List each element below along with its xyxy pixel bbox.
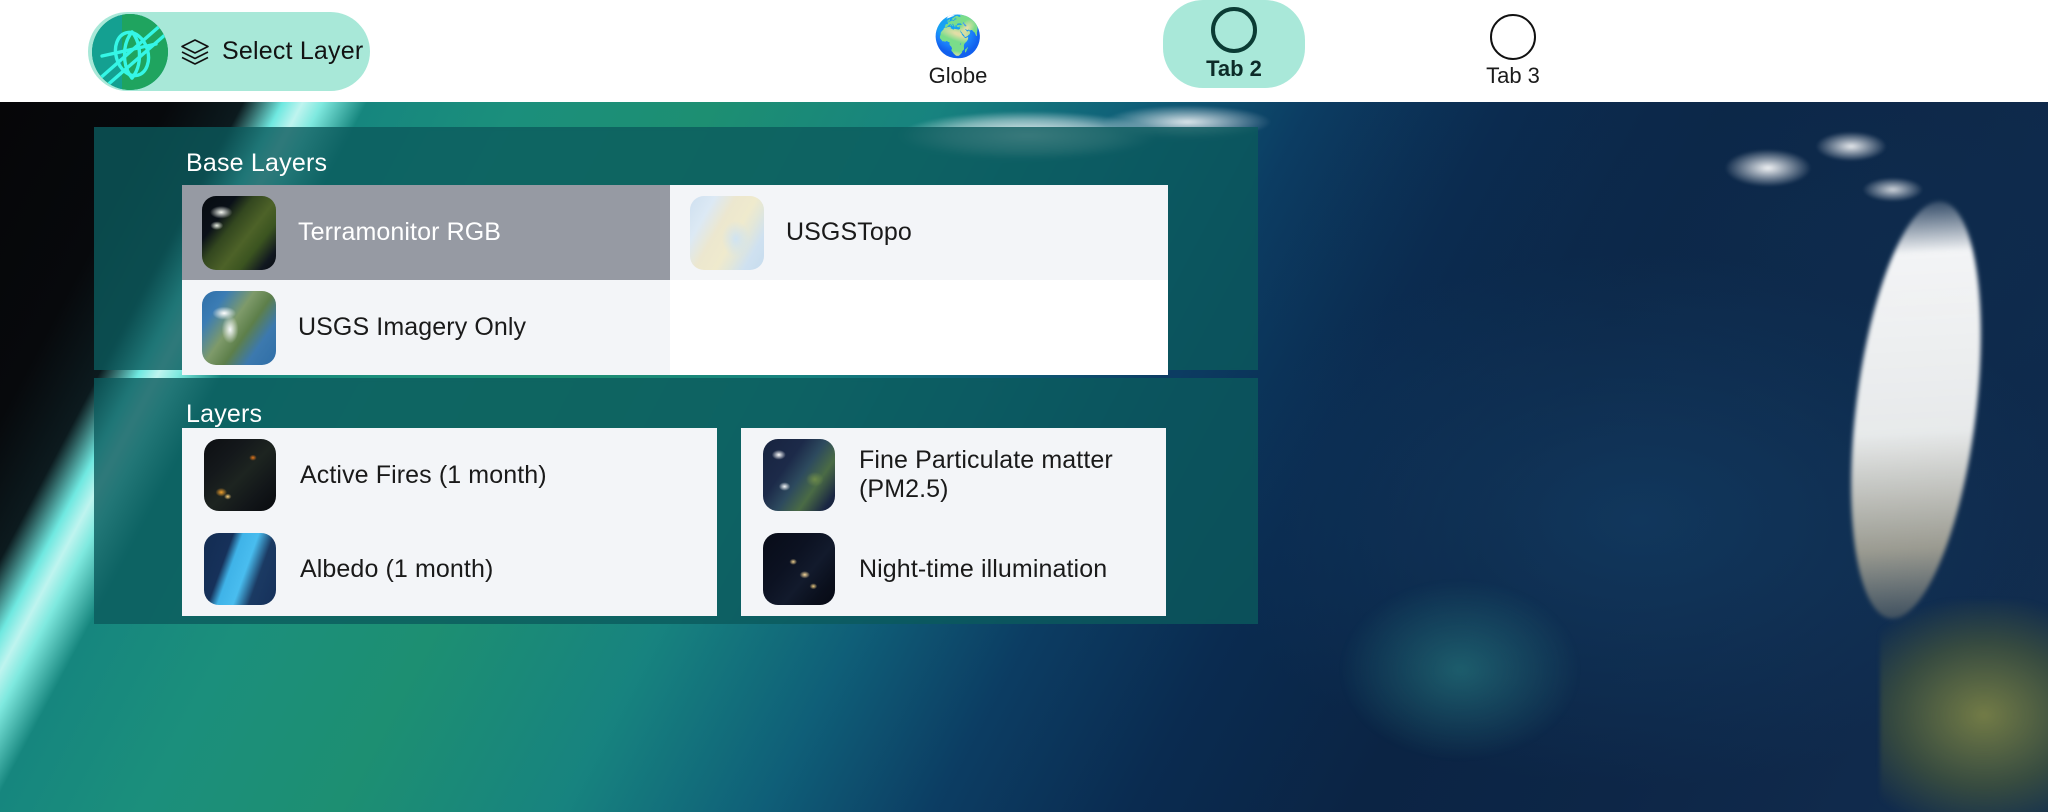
layers-panel: Layers Active Fires (1 month) Albedo (1 … bbox=[94, 378, 1258, 624]
tab-globe-label: Globe bbox=[928, 63, 988, 88]
base-layer-empty-slot bbox=[670, 280, 1168, 375]
layer-item-fine-particulate-matter[interactable]: Fine Particulate matter (PM2.5) bbox=[741, 428, 1166, 522]
select-layer-label: Select Layer bbox=[222, 37, 364, 65]
base-layers-column-left: Terramonitor RGB USGS Imagery Only bbox=[182, 185, 670, 375]
layer-thumbnail bbox=[202, 290, 276, 365]
layers-title: Layers bbox=[186, 400, 263, 428]
layer-label: Fine Particulate matter (PM2.5) bbox=[859, 446, 1113, 503]
shallow-water-region bbox=[1290, 520, 1630, 812]
layers-column-left: Active Fires (1 month) Albedo (1 month) bbox=[182, 428, 717, 616]
layer-item-active-fires[interactable]: Active Fires (1 month) bbox=[182, 428, 717, 522]
base-layer-label: Terramonitor RGB bbox=[298, 218, 502, 246]
circle-outline-icon bbox=[1490, 13, 1536, 61]
layer-thumbnail bbox=[690, 195, 764, 270]
layer-thumbnail bbox=[763, 533, 835, 605]
layer-item-night-time-illumination[interactable]: Night-time illumination bbox=[741, 522, 1166, 616]
base-layer-item-usgs-imagery-only[interactable]: USGS Imagery Only bbox=[182, 280, 670, 375]
layer-label: Night-time illumination bbox=[859, 554, 1108, 583]
tab-3-label: Tab 3 bbox=[1486, 63, 1540, 88]
base-layer-item-terramonitor-rgb[interactable]: Terramonitor RGB bbox=[182, 185, 670, 280]
tab-2-label: Tab 2 bbox=[1206, 56, 1262, 81]
layer-label: Albedo (1 month) bbox=[300, 554, 494, 583]
tab-3[interactable]: Tab 3 bbox=[1442, 0, 1584, 102]
layer-thumbnail bbox=[763, 439, 835, 511]
base-layer-label: USGSTopo bbox=[786, 218, 912, 246]
layer-thumbnail bbox=[202, 195, 276, 270]
select-layer-button[interactable]: Select Layer bbox=[88, 12, 370, 91]
base-layers-grid: Terramonitor RGB USGS Imagery Only USGST… bbox=[182, 185, 1258, 375]
base-layers-column-right: USGSTopo bbox=[670, 185, 1168, 375]
layers-stack-icon bbox=[180, 37, 210, 67]
globe-emoji-icon: 🌍 bbox=[933, 15, 983, 59]
circle-outline-icon bbox=[1211, 6, 1257, 54]
tab-globe[interactable]: 🌍 Globe bbox=[887, 0, 1029, 102]
layer-thumbnail bbox=[204, 533, 276, 605]
tab-2[interactable]: Tab 2 bbox=[1163, 0, 1305, 88]
layer-label: Active Fires (1 month) bbox=[300, 460, 547, 489]
base-layer-item-usgstopo[interactable]: USGSTopo bbox=[670, 185, 1168, 280]
layer-item-albedo[interactable]: Albedo (1 month) bbox=[182, 522, 717, 616]
base-layers-panel: Base Layers Terramonitor RGB USGS Imager… bbox=[94, 127, 1258, 375]
layer-thumbnail bbox=[204, 439, 276, 511]
base-layers-title: Base Layers bbox=[186, 149, 328, 177]
layers-grid: Active Fires (1 month) Albedo (1 month) … bbox=[182, 428, 1258, 616]
landmass-region bbox=[1880, 600, 2048, 812]
layers-column-right: Fine Particulate matter (PM2.5) Night-ti… bbox=[741, 428, 1166, 616]
top-toolbar: Select Layer 🌍 Globe Tab 2 Tab 3 bbox=[0, 0, 2048, 102]
globe-wireframe-logo-icon bbox=[92, 14, 168, 90]
base-layer-label: USGS Imagery Only bbox=[298, 313, 527, 341]
